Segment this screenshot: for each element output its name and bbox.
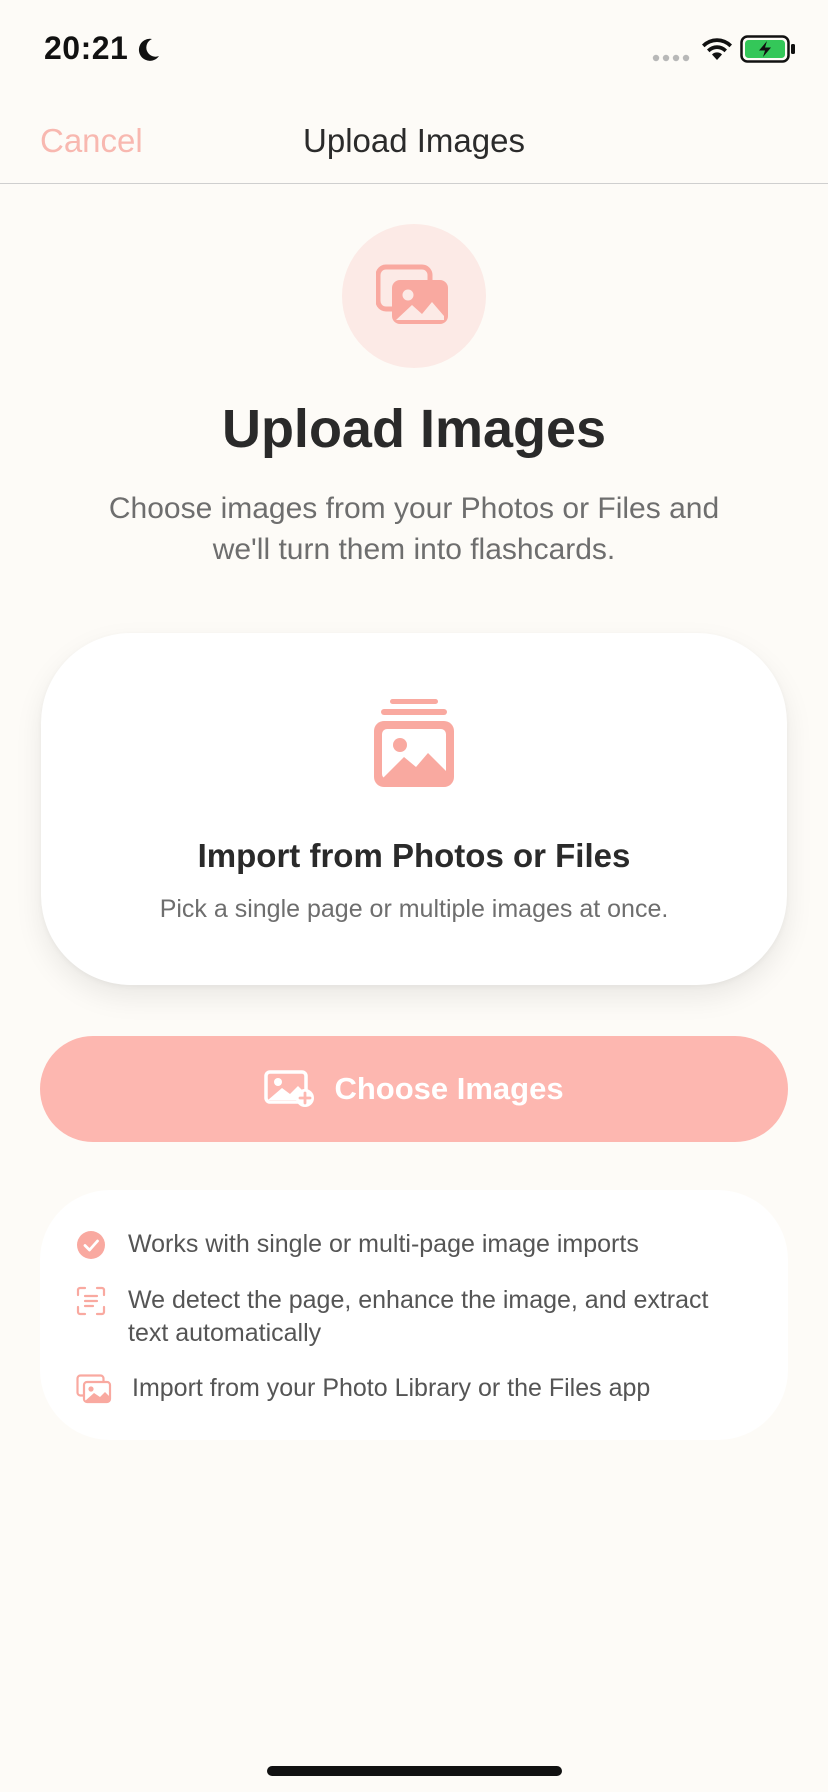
photos-icon — [76, 1374, 112, 1404]
home-indicator — [267, 1766, 562, 1776]
feature-item: Works with single or multi-page image im… — [76, 1228, 639, 1261]
document-scan-icon — [76, 1286, 106, 1316]
cellular-signal-icon — [652, 54, 690, 62]
navigation-bar: Cancel Upload Images — [0, 100, 828, 184]
card-title: Import from Photos or Files — [197, 837, 631, 874]
wifi-icon — [702, 38, 732, 60]
page-subtitle: Choose images from your Photos or Files … — [108, 492, 720, 566]
photo-stack-icon — [374, 699, 454, 787]
feature-text: Works with single or multi-page image im… — [128, 1230, 639, 1258]
feature-text: Import from your Photo Library or the Fi… — [132, 1374, 651, 1402]
feature-item: Import from your Photo Library or the Fi… — [76, 1372, 650, 1405]
import-source-card[interactable]: Import from Photos or Files Pick a singl… — [41, 633, 787, 985]
hero-photos-badge — [342, 224, 486, 368]
feature-text: We detect the page, enhance the image, a… — [128, 1286, 709, 1347]
feature-item: We detect the page, enhance the image, a… — [76, 1284, 748, 1350]
choose-images-button[interactable]: Choose Images — [40, 1036, 788, 1142]
battery-charging-icon — [740, 35, 795, 63]
nav-title-text: Upload Images — [303, 122, 525, 159]
features-list: Works with single or multi-page image im… — [40, 1190, 788, 1440]
card-subtitle: Pick a single page or multiple images at… — [159, 895, 669, 923]
nav-title: Upload Images — [0, 122, 828, 160]
status-time: 20:21 — [44, 30, 129, 66]
page-title: Upload Images — [221, 399, 607, 459]
upload-images-screen: 20:21 Cancel Upload Images Upload Images… — [0, 0, 828, 1792]
checkmark-circle-icon — [77, 1231, 105, 1259]
choose-images-label: Choose Images — [334, 1071, 564, 1106]
photos-stack-icon — [376, 264, 448, 324]
status-bar: 20:21 — [0, 0, 828, 100]
image-add-icon — [264, 1070, 315, 1107]
do-not-disturb-moon-icon — [138, 38, 159, 61]
